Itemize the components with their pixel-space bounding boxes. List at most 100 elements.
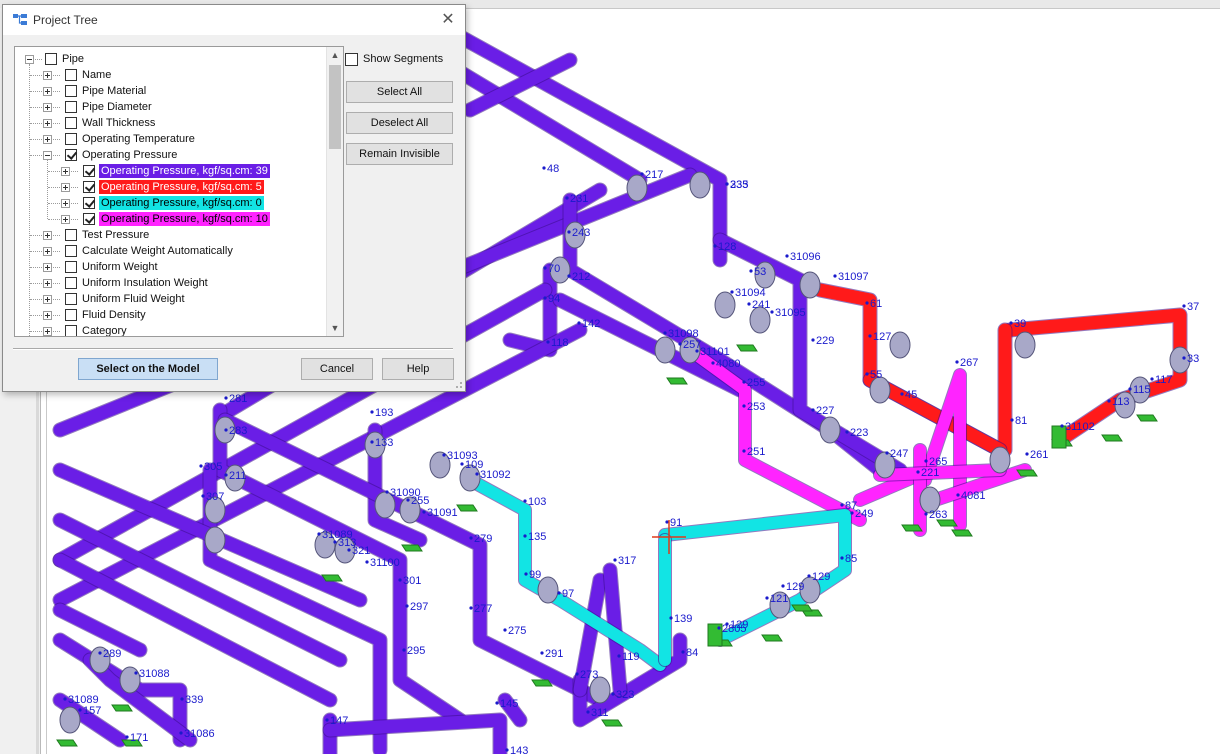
node-label: 127	[873, 331, 891, 343]
tree-item-row[interactable]: Uniform Fluid Weight	[15, 291, 325, 307]
tree-item-row[interactable]: Category	[15, 323, 325, 336]
flange-fitting	[654, 336, 676, 364]
tree-item-checkbox[interactable]	[65, 149, 77, 161]
node-label: 273	[580, 669, 598, 681]
expand-icon[interactable]	[43, 327, 52, 336]
tree-child-row[interactable]: Operating Pressure, kgf/sq.cm: 10	[15, 211, 325, 227]
node-dot	[617, 654, 621, 658]
tree-child-checkbox[interactable]	[83, 197, 95, 209]
node-dot	[586, 710, 590, 714]
tree-root-checkbox[interactable]	[45, 53, 57, 65]
tree-connector	[53, 283, 60, 284]
node-dot	[63, 697, 67, 701]
tree-item-checkbox[interactable]	[65, 229, 77, 241]
node-dot	[475, 472, 479, 476]
tree-item-checkbox[interactable]	[65, 117, 77, 129]
node-label: 211	[229, 470, 247, 482]
select-all-button[interactable]: Select All	[346, 81, 453, 103]
scroll-down-icon[interactable]: ▼	[327, 320, 343, 336]
cancel-button[interactable]: Cancel	[301, 358, 373, 380]
tree-child-checkbox[interactable]	[83, 213, 95, 225]
node-label: 45	[905, 389, 917, 401]
tree-item-row[interactable]: Test Pressure	[15, 227, 325, 243]
node-label: 212	[572, 271, 590, 283]
close-icon[interactable]: ✕	[437, 9, 459, 31]
expand-icon[interactable]	[61, 215, 70, 224]
tree-child-row[interactable]: Operating Pressure, kgf/sq.cm: 39	[15, 163, 325, 179]
tree-child-row[interactable]: Operating Pressure, kgf/sq.cm: 5	[15, 179, 325, 195]
expand-icon[interactable]	[43, 103, 52, 112]
tree-item-checkbox[interactable]	[65, 309, 77, 321]
tree-item-checkbox[interactable]	[65, 133, 77, 145]
tree-child-checkbox[interactable]	[83, 181, 95, 193]
node-dot	[811, 338, 815, 342]
tree-connector	[53, 315, 60, 316]
tree-item-row[interactable]: Pipe Diameter	[15, 99, 325, 115]
tree-child-checkbox[interactable]	[83, 165, 95, 177]
expand-icon[interactable]	[61, 167, 70, 176]
node-dot	[317, 532, 321, 536]
expand-icon[interactable]	[43, 87, 52, 96]
tree-item-checkbox[interactable]	[65, 245, 77, 257]
tree-item-label: Uniform Fluid Weight	[82, 293, 185, 305]
pipe-support	[401, 544, 423, 552]
tree-item-row[interactable]: Wall Thickness	[15, 115, 325, 131]
select-on-model-button[interactable]: Select on the Model	[78, 358, 218, 380]
node-dot	[711, 361, 715, 365]
tree-item-checkbox[interactable]	[65, 69, 77, 81]
tree-item-row[interactable]: Fluid Density	[15, 307, 325, 323]
tree-scrollbar[interactable]: ▲ ▼	[326, 47, 343, 336]
node-dot	[916, 470, 920, 474]
tree-item-row[interactable]: Operating Pressure	[15, 147, 325, 163]
resize-grip-icon[interactable]	[453, 379, 463, 389]
node-dot	[833, 274, 837, 278]
scroll-thumb[interactable]	[329, 65, 341, 149]
node-label: 139	[674, 613, 692, 625]
scroll-up-icon[interactable]: ▲	[327, 47, 343, 63]
expand-icon[interactable]	[43, 311, 52, 320]
tree-item-row[interactable]: Name	[15, 67, 325, 83]
tree-connector	[53, 139, 60, 140]
tree-connector	[30, 315, 42, 316]
node-dot	[542, 166, 546, 170]
tree-item-row[interactable]: Uniform Insulation Weight	[15, 275, 325, 291]
deselect-all-button[interactable]: Deselect All	[346, 112, 453, 134]
expand-icon[interactable]	[43, 119, 52, 128]
collapse-icon[interactable]	[43, 151, 52, 160]
expand-icon[interactable]	[61, 183, 70, 192]
remain-invisible-button[interactable]: Remain Invisible	[346, 143, 453, 165]
flange-fitting	[626, 174, 648, 202]
dialog-title-bar[interactable]: Project Tree ✕	[3, 5, 465, 35]
node-label: 321	[352, 545, 370, 557]
node-dot	[524, 572, 528, 576]
expand-icon[interactable]	[61, 199, 70, 208]
expand-icon[interactable]	[43, 279, 52, 288]
expand-icon[interactable]	[43, 295, 52, 304]
expand-icon[interactable]	[43, 247, 52, 256]
tree-child-row[interactable]: Operating Pressure, kgf/sq.cm: 0	[15, 195, 325, 211]
tree-item-checkbox[interactable]	[65, 85, 77, 97]
collapse-icon[interactable]	[25, 55, 34, 64]
tree-item-checkbox[interactable]	[65, 277, 77, 289]
tree-item-row[interactable]: Pipe Material	[15, 83, 325, 99]
tree-item-row[interactable]: Uniform Weight	[15, 259, 325, 275]
expand-icon[interactable]	[43, 231, 52, 240]
tree-item-row[interactable]: Calculate Weight Automatically	[15, 243, 325, 259]
pipe-support	[1101, 434, 1123, 442]
node-label: 31095	[775, 307, 806, 319]
node-dot	[669, 616, 673, 620]
tree-root-row[interactable]: Pipe	[15, 51, 325, 67]
tree-item-checkbox[interactable]	[65, 261, 77, 273]
node-label: 33	[1187, 353, 1199, 365]
expand-icon[interactable]	[43, 263, 52, 272]
tree-item-checkbox[interactable]	[65, 325, 77, 336]
project-tree[interactable]: ▲ ▼ Pipe Name Pipe Material Pipe Diameter Wa…	[14, 46, 344, 337]
tree-item-checkbox[interactable]	[65, 293, 77, 305]
tree-item-checkbox[interactable]	[65, 101, 77, 113]
help-button[interactable]: Help	[382, 358, 454, 380]
expand-icon[interactable]	[43, 135, 52, 144]
node-dot	[955, 360, 959, 364]
expand-icon[interactable]	[43, 71, 52, 80]
tree-item-row[interactable]: Operating Temperature	[15, 131, 325, 147]
show-segments-checkbox[interactable]	[345, 53, 358, 66]
